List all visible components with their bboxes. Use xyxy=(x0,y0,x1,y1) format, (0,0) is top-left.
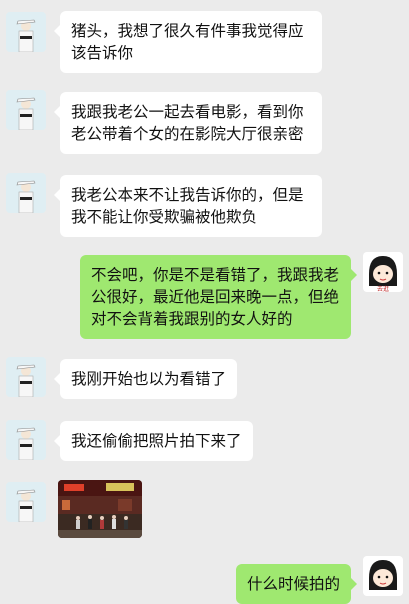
contact-avatar[interactable] xyxy=(6,357,46,397)
contact-avatar[interactable] xyxy=(6,482,46,522)
outgoing-message-bubble[interactable]: 什么时候拍的 xyxy=(235,564,358,604)
incoming-message-bubble[interactable]: 猪头，我想了很久有件事我觉得应该告诉你 xyxy=(54,11,322,73)
incoming-message-bubble[interactable]: 我还偷偷把照片拍下来了 xyxy=(54,421,253,461)
contact-avatar[interactable] xyxy=(6,173,46,213)
outgoing-message-bubble[interactable]: 不会吧，你是不是看错了，我跟我老公很好，最近他是回来晚一点，但绝对不会背着我跟别… xyxy=(80,255,357,339)
self-avatar[interactable] xyxy=(363,556,403,596)
incoming-message-bubble[interactable]: 我刚开始也以为看错了 xyxy=(53,359,238,399)
incoming-message-bubble[interactable]: 我老公本来不让我告诉你的，但是我不能让你受欺骗被他欺负 xyxy=(54,175,322,237)
contact-avatar[interactable] xyxy=(6,420,46,460)
contact-avatar[interactable] xyxy=(6,12,46,52)
contact-avatar[interactable] xyxy=(6,90,46,130)
incoming-message-bubble[interactable]: 我跟我老公一起去看电影，看到你老公带着个女的在影院大厅很亲密 xyxy=(54,92,322,154)
self-avatar[interactable]: 去逛 xyxy=(363,252,403,292)
self-avatar-label: 去逛 xyxy=(377,285,389,292)
cinema-photo-message[interactable] xyxy=(58,480,142,538)
